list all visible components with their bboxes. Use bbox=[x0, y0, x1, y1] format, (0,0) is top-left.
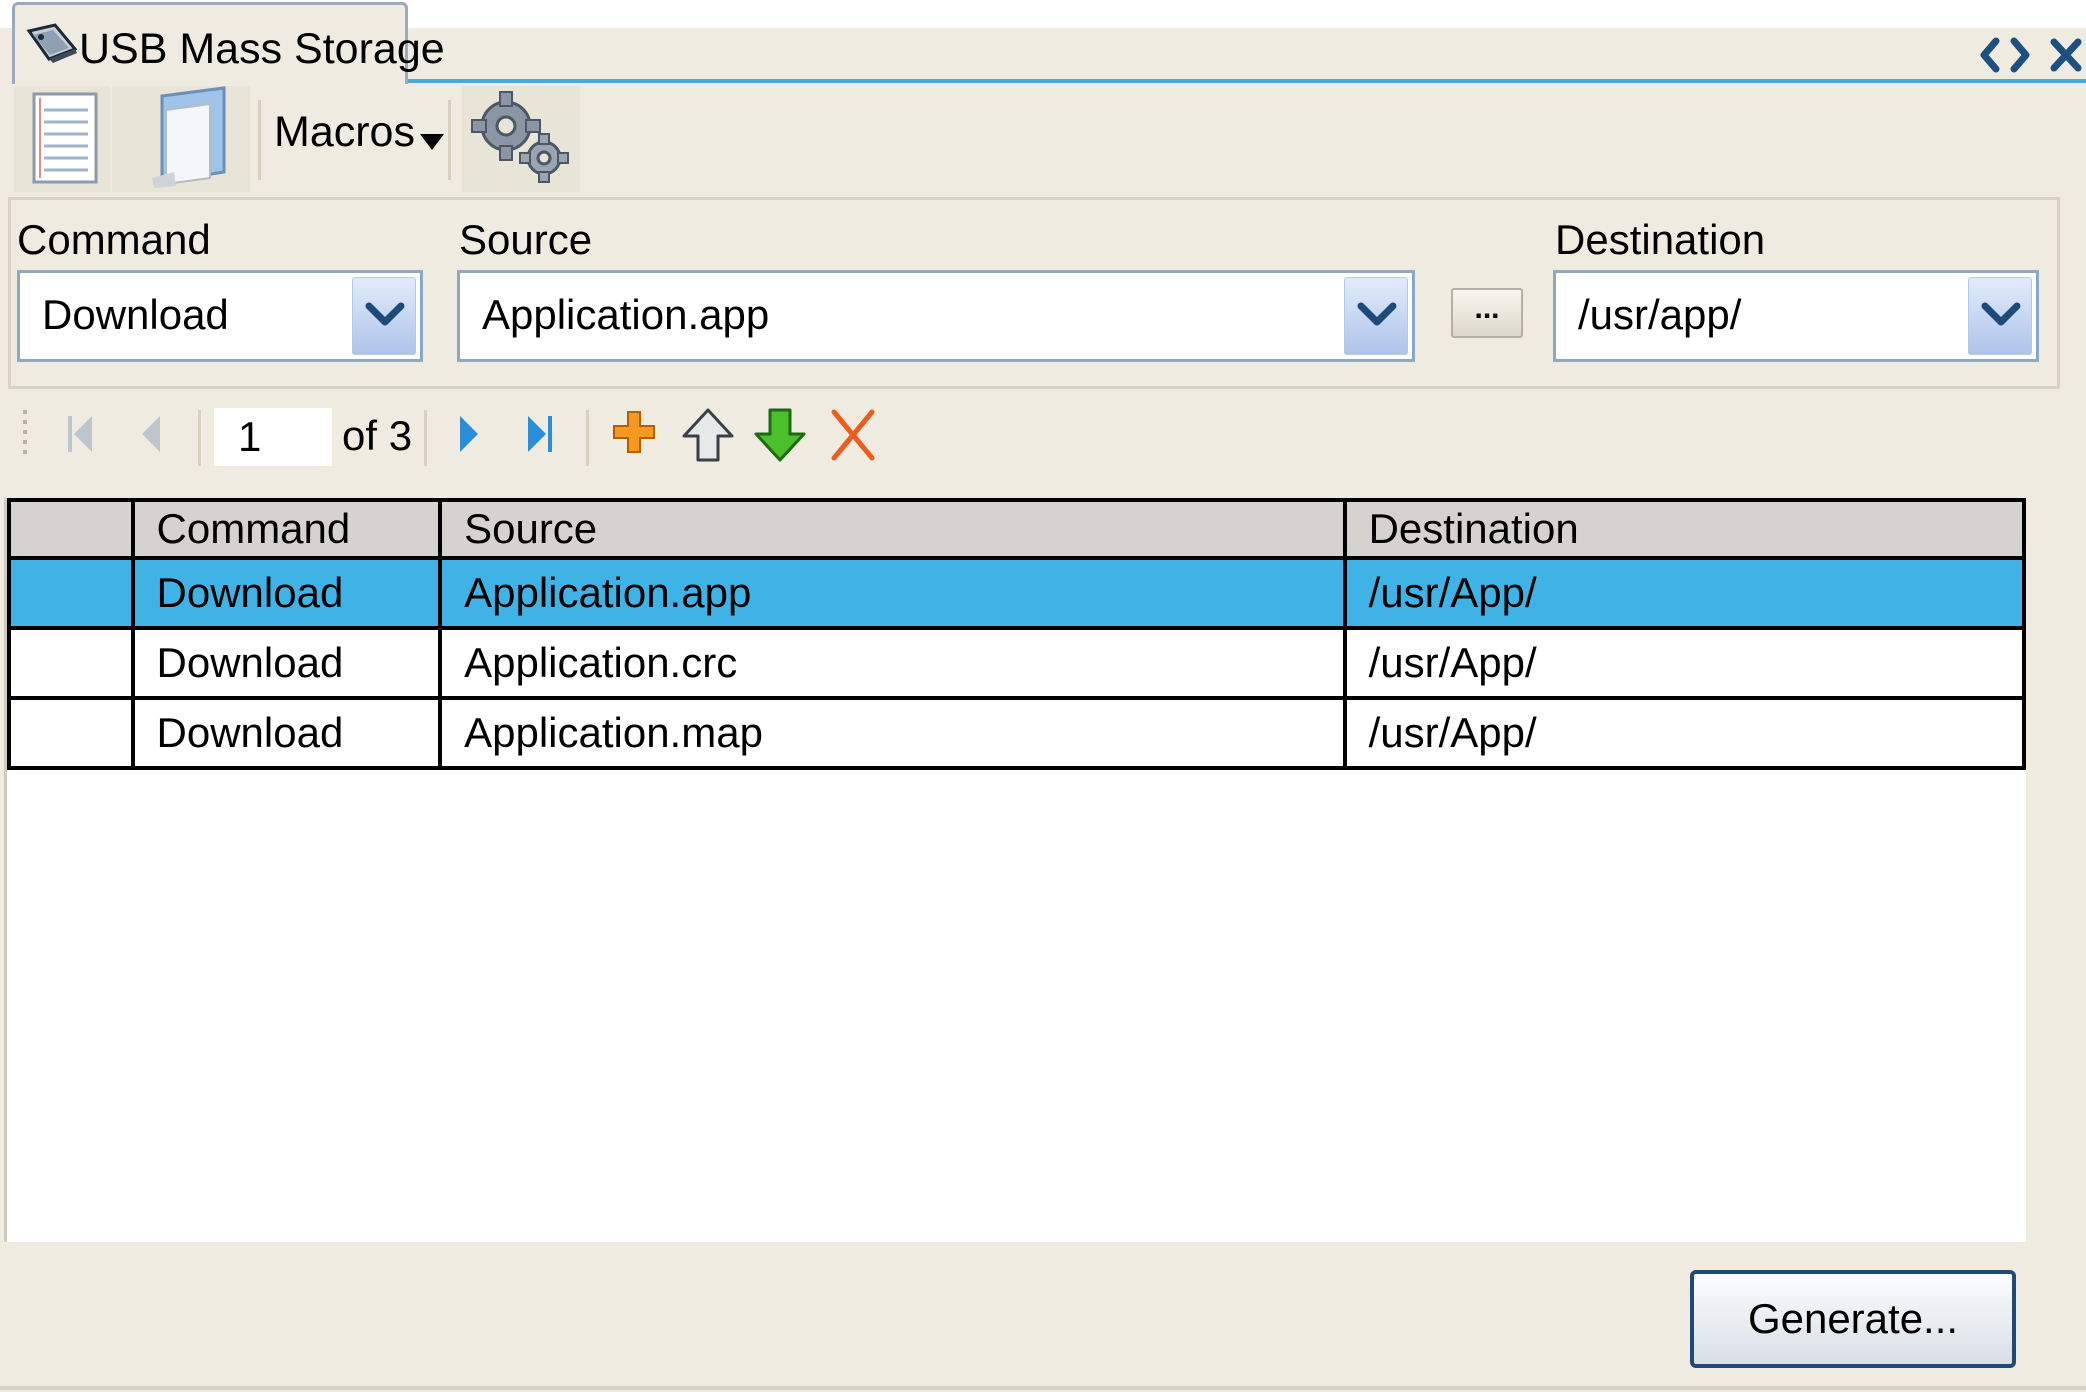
usb-drive-icon bbox=[25, 23, 79, 65]
toolbar-separator bbox=[258, 100, 261, 180]
destination-cell[interactable]: /usr/App/ bbox=[1342, 556, 2027, 630]
window-controls bbox=[1978, 30, 2082, 80]
tab-underline bbox=[405, 79, 2086, 83]
destination-combobox[interactable]: /usr/app/ bbox=[1553, 270, 2039, 362]
navigator-separator bbox=[586, 410, 589, 466]
browse-button[interactable]: ... bbox=[1451, 288, 1523, 338]
expand-collapse-icon[interactable] bbox=[1978, 37, 2032, 73]
destination-cell[interactable]: /usr/App/ bbox=[1342, 696, 2027, 770]
commands-table: Command Source Destination Download Appl… bbox=[7, 498, 2027, 770]
table-row[interactable]: Download Application.map /usr/App/ bbox=[7, 696, 2027, 770]
gears-icon bbox=[462, 86, 580, 196]
command-value: Download bbox=[42, 291, 229, 338]
tab-title: USB Mass Storage bbox=[79, 25, 445, 73]
chevron-down-icon bbox=[420, 134, 444, 155]
folder-icon bbox=[112, 86, 250, 196]
source-combobox[interactable]: Application.app bbox=[457, 270, 1415, 362]
column-header-destination[interactable]: Destination bbox=[1342, 498, 2027, 560]
last-page-icon[interactable] bbox=[524, 414, 554, 459]
source-value: Application.app bbox=[482, 291, 770, 338]
source-cell[interactable]: Application.crc bbox=[438, 626, 1347, 700]
macros-dropdown[interactable]: Macros bbox=[266, 86, 446, 192]
table-row[interactable]: Download Application.crc /usr/App/ bbox=[7, 626, 2027, 700]
next-page-icon[interactable] bbox=[456, 414, 482, 459]
folder-button[interactable] bbox=[112, 86, 250, 192]
source-cell[interactable]: Application.map bbox=[438, 696, 1347, 770]
toolbar-separator bbox=[448, 100, 451, 180]
row-selector[interactable] bbox=[7, 696, 135, 770]
table-row[interactable]: Download Application.app /usr/App/ bbox=[7, 556, 2027, 630]
usb-mass-storage-window: USB Mass Storage Macros Command Download… bbox=[0, 0, 2086, 1392]
generate-button[interactable]: Generate... bbox=[1690, 1270, 2016, 1368]
row-selector[interactable] bbox=[7, 556, 135, 630]
source-dropdown-button[interactable] bbox=[1344, 277, 1408, 355]
commands-grid: Command Source Destination Download Appl… bbox=[4, 498, 2027, 1242]
command-label: Command bbox=[17, 216, 211, 263]
navigator-grip bbox=[22, 408, 28, 467]
bottom-border bbox=[0, 1386, 2086, 1390]
move-up-icon[interactable] bbox=[682, 408, 734, 467]
navigator-separator bbox=[424, 410, 427, 466]
notepad-button[interactable] bbox=[14, 86, 110, 192]
destination-dropdown-button[interactable] bbox=[1968, 277, 2032, 355]
column-header-source[interactable]: Source bbox=[438, 498, 1347, 560]
destination-cell[interactable]: /usr/App/ bbox=[1342, 626, 2027, 700]
row-selector[interactable] bbox=[7, 626, 135, 700]
delete-icon[interactable] bbox=[830, 408, 876, 467]
destination-label: Destination bbox=[1555, 216, 1766, 263]
command-combobox[interactable]: Download bbox=[17, 270, 423, 362]
page-number-input[interactable] bbox=[214, 408, 332, 466]
command-dropdown-button[interactable] bbox=[352, 277, 416, 355]
previous-page-icon[interactable] bbox=[138, 414, 164, 459]
row-header-column bbox=[7, 498, 135, 560]
source-cell[interactable]: Application.app bbox=[438, 556, 1347, 630]
notepad-icon bbox=[14, 86, 110, 196]
command-cell[interactable]: Download bbox=[130, 556, 443, 630]
move-down-icon[interactable] bbox=[754, 408, 806, 467]
close-icon[interactable] bbox=[2050, 38, 2082, 72]
tab-usb-mass-storage[interactable]: USB Mass Storage bbox=[12, 2, 445, 84]
macros-label: Macros bbox=[274, 108, 415, 156]
settings-button[interactable] bbox=[462, 86, 580, 192]
table-header-row: Command Source Destination bbox=[7, 498, 2027, 560]
navigator-separator bbox=[198, 410, 201, 466]
command-cell[interactable]: Download bbox=[130, 696, 443, 770]
column-header-command[interactable]: Command bbox=[130, 498, 443, 560]
tab-strip: USB Mass Storage bbox=[0, 0, 2086, 84]
command-cell[interactable]: Download bbox=[130, 626, 443, 700]
command-form: Command Download Source Application.app … bbox=[8, 197, 2060, 389]
first-page-icon[interactable] bbox=[66, 414, 96, 459]
destination-value: /usr/app/ bbox=[1578, 291, 1742, 338]
source-label: Source bbox=[459, 216, 593, 263]
add-icon[interactable] bbox=[612, 410, 656, 459]
page-count: of 3 bbox=[342, 412, 413, 459]
